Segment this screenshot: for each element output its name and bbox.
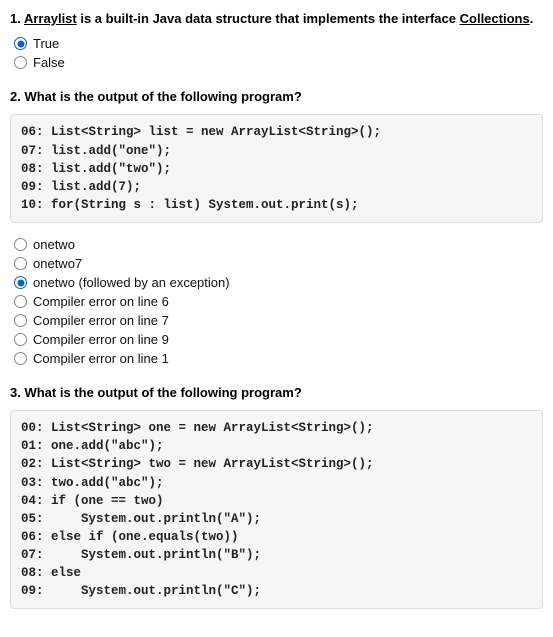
question-2-options: onetwo onetwo7 onetwo (followed by an ex… (10, 237, 543, 366)
radio-icon[interactable] (14, 238, 27, 251)
option-label: onetwo (followed by an exception) (33, 275, 230, 290)
question-3-text: 3. What is the output of the following p… (10, 384, 543, 402)
question-1-term-collections: Collections (460, 11, 530, 26)
question-1-number: 1. (10, 11, 21, 26)
option-label: Compiler error on line 9 (33, 332, 169, 347)
radio-icon[interactable] (14, 295, 27, 308)
option-row[interactable]: Compiler error on line 7 (14, 313, 543, 328)
question-2-number: 2. (10, 89, 21, 104)
option-label: onetwo (33, 237, 75, 252)
option-row[interactable]: Compiler error on line 9 (14, 332, 543, 347)
question-1: 1. Arraylist is a built-in Java data str… (10, 10, 543, 70)
option-row[interactable]: onetwo (14, 237, 543, 252)
question-2: 2. What is the output of the following p… (10, 88, 543, 366)
radio-icon[interactable] (14, 333, 27, 346)
question-1-term-arraylist: Arraylist (24, 11, 77, 26)
question-2-code: 06: List<String> list = new ArrayList<St… (10, 114, 543, 223)
radio-icon[interactable] (14, 314, 27, 327)
option-label: Compiler error on line 7 (33, 313, 169, 328)
option-row[interactable]: onetwo7 (14, 256, 543, 271)
option-label: False (33, 55, 65, 70)
radio-icon[interactable] (14, 56, 27, 69)
option-label: Compiler error on line 1 (33, 351, 169, 366)
option-label: True (33, 36, 59, 51)
question-1-text: 1. Arraylist is a built-in Java data str… (10, 10, 543, 28)
question-2-prompt: What is the output of the following prog… (24, 89, 301, 104)
option-row[interactable]: onetwo (followed by an exception) (14, 275, 543, 290)
radio-icon[interactable] (14, 352, 27, 365)
option-row[interactable]: Compiler error on line 1 (14, 351, 543, 366)
question-3: 3. What is the output of the following p… (10, 384, 543, 609)
option-label: onetwo7 (33, 256, 82, 271)
question-3-prompt: What is the output of the following prog… (24, 385, 301, 400)
question-1-options: True False (10, 36, 543, 70)
option-row[interactable]: True (14, 36, 543, 51)
radio-icon[interactable] (14, 257, 27, 270)
question-1-mid: is a built-in Java data structure that i… (77, 11, 460, 26)
question-3-number: 3. (10, 385, 21, 400)
question-2-text: 2. What is the output of the following p… (10, 88, 543, 106)
option-row[interactable]: Compiler error on line 6 (14, 294, 543, 309)
question-1-tail: . (530, 11, 534, 26)
question-3-code: 00: List<String> one = new ArrayList<Str… (10, 410, 543, 609)
option-label: Compiler error on line 6 (33, 294, 169, 309)
radio-icon[interactable] (14, 276, 27, 289)
option-row[interactable]: False (14, 55, 543, 70)
radio-icon[interactable] (14, 37, 27, 50)
